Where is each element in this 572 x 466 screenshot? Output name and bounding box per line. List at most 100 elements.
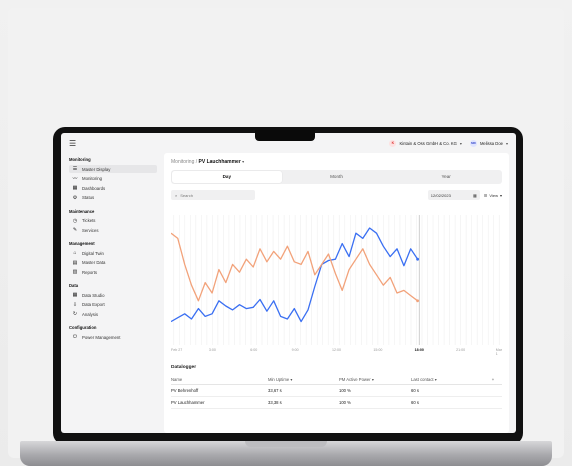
table-body: PV Behrenhoff 33,67 s 100 % 60 s PV Lauchham… — [171, 385, 502, 409]
column-header[interactable]: Min Uptime ▾ — [268, 377, 339, 382]
sidebar-section: Management ⌂ Digital Twin ▤ Master Data ▥ Repo… — [69, 241, 157, 276]
breadcrumb-current[interactable]: PV Lauchhammer — [199, 159, 241, 165]
clock-icon: ◷ — [72, 217, 78, 224]
sidebar-item-services[interactable]: ✎ Services — [69, 226, 157, 234]
sidebar-section: Configuration ⏻ Power Management — [69, 325, 157, 341]
sidebar-item-data-export[interactable]: ⇩ Data Export — [69, 301, 157, 309]
sidebar-item-master-data[interactable]: ▤ Master Data — [69, 259, 157, 267]
trend-icon: 〰 — [72, 176, 78, 182]
column-header[interactable]: Last contact ▾ — [411, 377, 484, 382]
table-cell: PV Behrenhoff — [171, 388, 199, 393]
search-input[interactable]: ⌕ Search — [171, 190, 255, 200]
x-tick-label: 9:00 — [291, 348, 299, 352]
avatar: MD — [469, 139, 477, 147]
table-icon: ▦ — [72, 292, 78, 298]
sidebar-item-tickets[interactable]: ◷ Tickets — [69, 217, 157, 225]
table-row[interactable]: PV Lauchhammer 33,38 s 100 % 60 s — [171, 397, 502, 409]
table-cell: PV Lauchhammer — [171, 400, 205, 405]
sidebar-item-label: Analysis — [82, 311, 99, 317]
view-button[interactable]: ☰ View ▾ — [484, 193, 502, 198]
tab-year[interactable]: Year — [391, 171, 501, 183]
sidebar-item-label: Digital Twin — [82, 250, 104, 256]
series-line — [171, 232, 418, 302]
breadcrumb-parent[interactable]: Monitoring — [171, 159, 194, 165]
sidebar-section: Data ▦ Data Studio ⇩ Data Export ↻ Analysis — [69, 283, 157, 318]
x-tick-label: Mar 1 — [495, 348, 502, 356]
sidebar-item-dashboards[interactable]: ▦ Dashboards — [69, 184, 157, 192]
user-menu[interactable]: MD Melissa Doe ▾ — [469, 139, 508, 147]
column-header-label: + — [491, 377, 495, 382]
table-cell: 33,67 s — [268, 388, 282, 393]
sidebar-item-label: Data Studio — [82, 292, 105, 298]
sidebar-item-label: Master Data — [82, 260, 106, 265]
column-header[interactable]: PM Active Power ▾ — [339, 377, 411, 382]
sidebar-item-label: Services — [82, 227, 99, 233]
tab-day[interactable]: Day — [172, 171, 282, 183]
user-name: Melissa Doe — [479, 140, 503, 146]
sidebar-section: Maintenance ◷ Tickets ✎ Services — [69, 209, 157, 235]
column-header-label: Min Uptime — [268, 377, 290, 382]
sidebar-section-title: Configuration — [69, 325, 97, 330]
sidebar-item-label: Master Display — [82, 166, 111, 172]
sidebar-item-master-display[interactable]: ☰ Master Display — [69, 165, 157, 173]
company-switcher[interactable]: K Kintain & Oss GmbH & Co. KG ▾ — [389, 139, 462, 147]
period-tabs: Day Month Year — [171, 170, 502, 184]
x-tick-label: 3:00 — [208, 348, 216, 352]
sidebar-section-title: Monitoring — [69, 157, 91, 162]
sidebar-item-reports[interactable]: ▥ Reports — [69, 268, 157, 276]
building-icon: ⌂ — [73, 250, 77, 256]
column-header-label: Last contact — [411, 377, 434, 382]
main-panel: Monitoring / PV Lauchhammer ▾ Day Month Ye… — [164, 153, 509, 433]
chevron-down-icon[interactable]: ▾ — [242, 159, 244, 164]
date-picker[interactable]: 12/02/2023 ▦ — [427, 190, 480, 200]
sort-icon: ▾ — [370, 377, 374, 382]
gear-icon: ⚙ — [72, 194, 78, 201]
x-tick-label: 18:00 — [414, 348, 424, 352]
x-tick-label: Feb 27 — [171, 348, 183, 352]
sidebar-item-digital-twin[interactable]: ⌂ Digital Twin — [69, 249, 157, 257]
table-cell: 100 % — [339, 400, 351, 405]
search-icon: ⌕ — [175, 192, 178, 198]
tab-month[interactable]: Month — [282, 171, 392, 183]
line-chart — [171, 215, 500, 345]
dashboard-icon: ▦ — [72, 185, 78, 191]
table-row[interactable]: PV Behrenhoff 33,67 s 100 % 60 s — [171, 385, 502, 397]
sort-icon: ▾ — [433, 377, 437, 382]
topbar-right: K Kintain & Oss GmbH & Co. KG ▾ MD Melis… — [389, 139, 508, 147]
series-end-point — [416, 257, 419, 261]
sidebar-section-title: Maintenance — [69, 208, 95, 214]
column-header-label: Name — [171, 377, 183, 382]
toolbar: ⌕ Search 12/02/2023 ▦ ☰ View ▾ — [171, 190, 502, 200]
sort-icon: ▾ — [289, 377, 293, 382]
sidebar-item-label: Data Export — [82, 302, 105, 307]
table-header: Name Min Uptime ▾ PM Active Power ▾ Last co… — [171, 375, 502, 385]
list-icon: ☰ — [72, 166, 78, 172]
x-tick-label: 12:00 — [332, 348, 341, 352]
sidebar-item-analysis[interactable]: ↻ Analysis — [69, 310, 157, 318]
column-header[interactable]: + — [484, 377, 502, 382]
document-icon: ▤ — [72, 259, 78, 266]
power-icon: ⏻ — [73, 334, 77, 340]
date-value: 12/02/2023 — [430, 192, 451, 198]
sidebar-item-label: Dashboards — [82, 185, 106, 191]
sidebar-item-label: Status — [82, 195, 95, 200]
sidebar-item-monitoring[interactable]: 〰 Monitoring — [69, 175, 157, 183]
sidebar-section-title: Data — [69, 283, 79, 288]
sidebar-section-title: Management — [69, 241, 95, 246]
x-tick-label: 21:00 — [456, 348, 466, 352]
laptop-base-notch — [245, 441, 327, 447]
series-end-point — [416, 299, 419, 303]
column-header[interactable]: Name — [171, 377, 268, 382]
table-cell: 60 s — [411, 388, 419, 393]
sidebar-item-data-studio[interactable]: ▦ Data Studio — [69, 291, 157, 299]
table-cell: 100 % — [339, 388, 351, 393]
hamburger-icon[interactable]: ☰ — [69, 139, 76, 148]
table-title: Datalogger — [171, 365, 197, 370]
company-badge: K — [389, 139, 397, 147]
series-line — [171, 227, 419, 323]
sidebar-item-power-management[interactable]: ⏻ Power Management — [69, 333, 157, 341]
sidebar-item-label: Tickets — [82, 218, 96, 223]
sidebar-item-status[interactable]: ⚙ Status — [69, 194, 157, 202]
calendar-icon: ▦ — [473, 192, 477, 198]
list-icon: ☰ — [483, 192, 488, 198]
